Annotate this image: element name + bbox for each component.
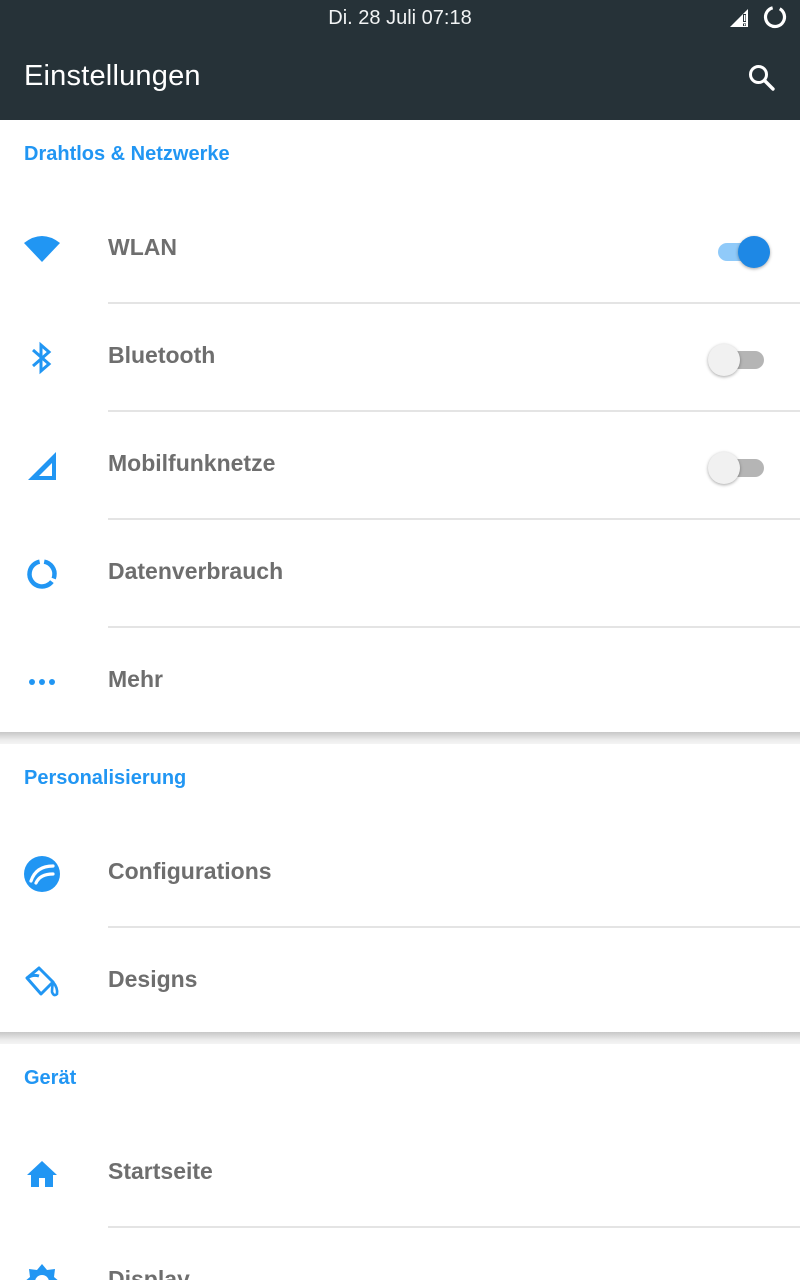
cellular-signal-icon (22, 448, 62, 484)
bluetooth-icon (22, 340, 62, 376)
settings-item-configurations[interactable]: Configurations (0, 820, 800, 928)
settings-item-data-usage[interactable]: Datenverbrauch (0, 520, 800, 628)
settings-item-display[interactable]: Display (0, 1228, 800, 1280)
section-header: Personalisierung (24, 767, 187, 789)
paint-bucket-icon (22, 964, 62, 1000)
settings-item-home[interactable]: Startseite (0, 1120, 800, 1228)
status-icons (728, 5, 788, 33)
app-bar: Einstellungen (0, 38, 800, 120)
section-personalization: Personalisierung Configurations Designs (0, 744, 800, 1032)
section-separator (0, 1032, 800, 1044)
settings-item-bluetooth[interactable]: Bluetooth (0, 304, 800, 412)
search-icon (749, 65, 775, 91)
section-header: Gerät (24, 1067, 77, 1089)
mobile-networks-toggle[interactable] (708, 451, 770, 484)
home-icon (22, 1156, 62, 1192)
settings-item-wlan[interactable]: WLAN (0, 196, 800, 304)
configurations-icon (22, 856, 62, 892)
display-brightness-icon (22, 1264, 62, 1280)
search-button[interactable] (746, 62, 778, 94)
settings-item-mobile-networks[interactable]: Mobilfunknetze (0, 412, 800, 520)
wlan-toggle[interactable] (716, 235, 770, 268)
section-wireless-networks: Drahtlos & Netzwerke WLAN Bluetooth Mobi… (0, 120, 800, 732)
battery-ring-icon (762, 4, 788, 35)
toggle-thumb (708, 344, 740, 376)
settings-item-label: Mehr (108, 666, 163, 692)
settings-item-label: Designs (108, 966, 198, 992)
toggle-thumb (708, 452, 740, 484)
status-datetime: Di. 28 Juli 07:18 (328, 7, 472, 29)
page-title: Einstellungen (24, 60, 201, 92)
section-device: Gerät Startseite Display (0, 1044, 800, 1280)
toggle-thumb (738, 236, 770, 268)
more-dots-icon (22, 664, 62, 700)
wifi-icon (22, 232, 62, 268)
settings-item-label: Bluetooth (108, 342, 216, 368)
settings-item-label: Datenverbrauch (108, 558, 284, 584)
status-bar: Di. 28 Juli 07:18 (0, 0, 800, 38)
settings-item-label: WLAN (108, 234, 177, 260)
settings-item-label: Startseite (108, 1158, 213, 1184)
data-usage-icon (22, 556, 62, 592)
settings-item-more[interactable]: Mehr (0, 628, 800, 736)
settings-item-label: Display (108, 1266, 190, 1280)
section-header: Drahtlos & Netzwerke (24, 143, 230, 165)
bluetooth-toggle[interactable] (708, 343, 770, 376)
settings-item-designs[interactable]: Designs (0, 928, 800, 1036)
settings-item-label: Configurations (108, 858, 272, 884)
section-separator (0, 732, 800, 744)
settings-item-label: Mobilfunknetze (108, 450, 276, 476)
signal-alert-icon (728, 5, 752, 34)
